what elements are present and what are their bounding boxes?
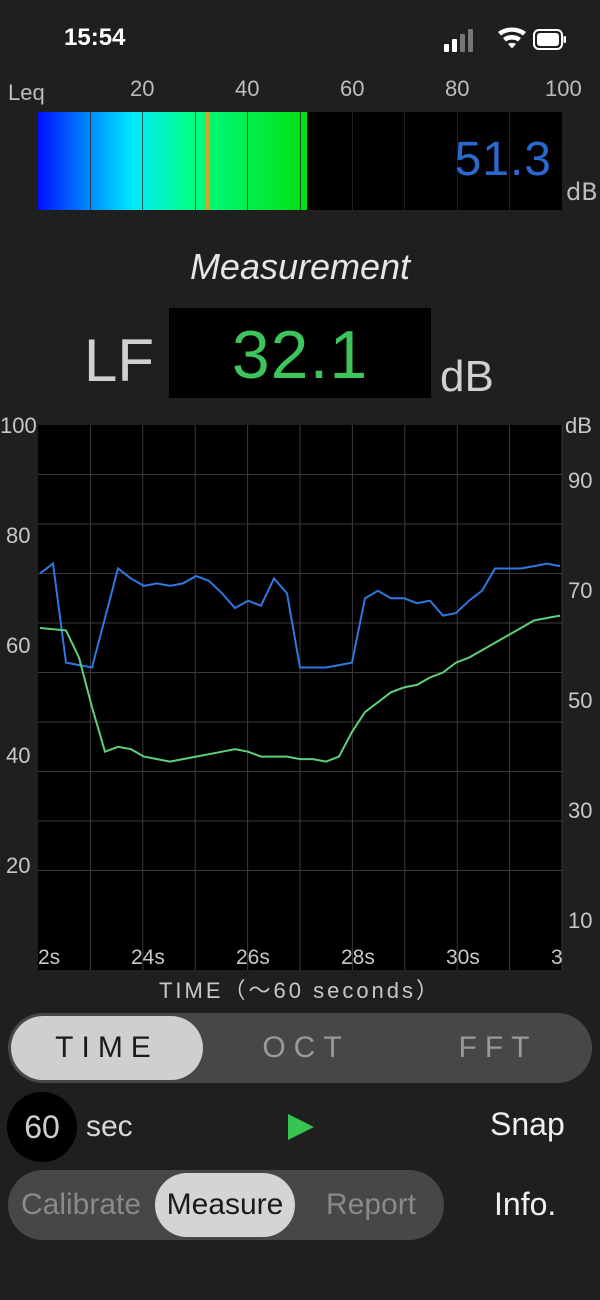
leq-grid-line [247,112,248,210]
y-left-tick: 40 [6,743,30,768]
measurement-title: Measurement [189,246,411,287]
mode-segmented-control: Calibrate Measure Report [8,1170,444,1240]
y-left-tick: 100 [0,413,37,438]
leq-scale-100: 100 [545,76,582,101]
tab-measure[interactable]: Measure [155,1173,295,1237]
tab-report[interactable]: Report [298,1170,444,1240]
cellular-signal-icon [444,29,473,52]
leq-grid-line [300,112,301,210]
leq-grid-line [404,112,405,210]
wifi-icon [498,27,526,49]
x-tick: 28s [341,946,375,969]
view-segmented-control: TIME OCT FFT [8,1013,592,1083]
weighting-mode-label: LF [84,327,155,394]
snap-button[interactable]: Snap [490,1106,565,1143]
leq-grid-line [195,112,196,210]
x-axis-label: TIME（～60 seconds） [159,978,441,1003]
leq-level-bar: 51.3 [38,112,562,210]
x-tick: 26s [236,946,270,969]
status-icons [444,27,566,52]
leq-peak-marker [205,112,209,210]
leq-grid-line [90,112,91,210]
status-time: 15:54 [64,24,126,51]
x-tick: 2s [38,946,60,969]
leq-grid-line [352,112,353,210]
leq-scale-60: 60 [340,76,365,101]
y-left-tick: 20 [6,853,30,878]
y-right-unit: dB [565,413,592,438]
battery-icon [533,29,566,50]
x-tick: 3 [551,946,563,969]
leq-label: Leq [8,80,45,105]
duration-unit: sec [86,1110,133,1143]
measurement-value: 32.1 [231,317,369,393]
measurement-display: 32.1 [169,308,431,398]
x-tick: 30s [446,946,480,969]
time-chart: 100 80 60 40 20 dB 90 70 50 30 10 2s 24s… [0,413,592,1003]
x-tick: 24s [131,946,165,969]
duration-selector[interactable]: 60 [7,1092,77,1162]
y-right-tick: 10 [568,908,592,933]
info-button[interactable]: Info. [494,1186,556,1223]
measurement-unit: dB [440,352,494,401]
y-right-tick: 30 [568,798,592,823]
y-right-tick: 70 [568,578,592,603]
tab-oct[interactable]: OCT [208,1013,404,1083]
leq-scale-40: 40 [235,76,260,101]
leq-value: 51.3 [454,133,552,186]
tab-fft[interactable]: FFT [404,1013,592,1083]
y-right-tick: 50 [568,688,592,713]
leq-unit: dB [566,178,598,206]
leq-scale-80: 80 [445,76,470,101]
leq-grid-line [142,112,143,210]
leq-scale-20: 20 [130,76,155,101]
y-left-tick: 60 [6,633,30,658]
y-right-tick: 90 [568,468,592,493]
play-icon[interactable] [286,1112,316,1142]
y-left-tick: 80 [6,523,30,548]
tab-time[interactable]: TIME [11,1016,203,1080]
leq-level-fill [38,112,307,210]
tab-calibrate[interactable]: Calibrate [8,1170,154,1240]
